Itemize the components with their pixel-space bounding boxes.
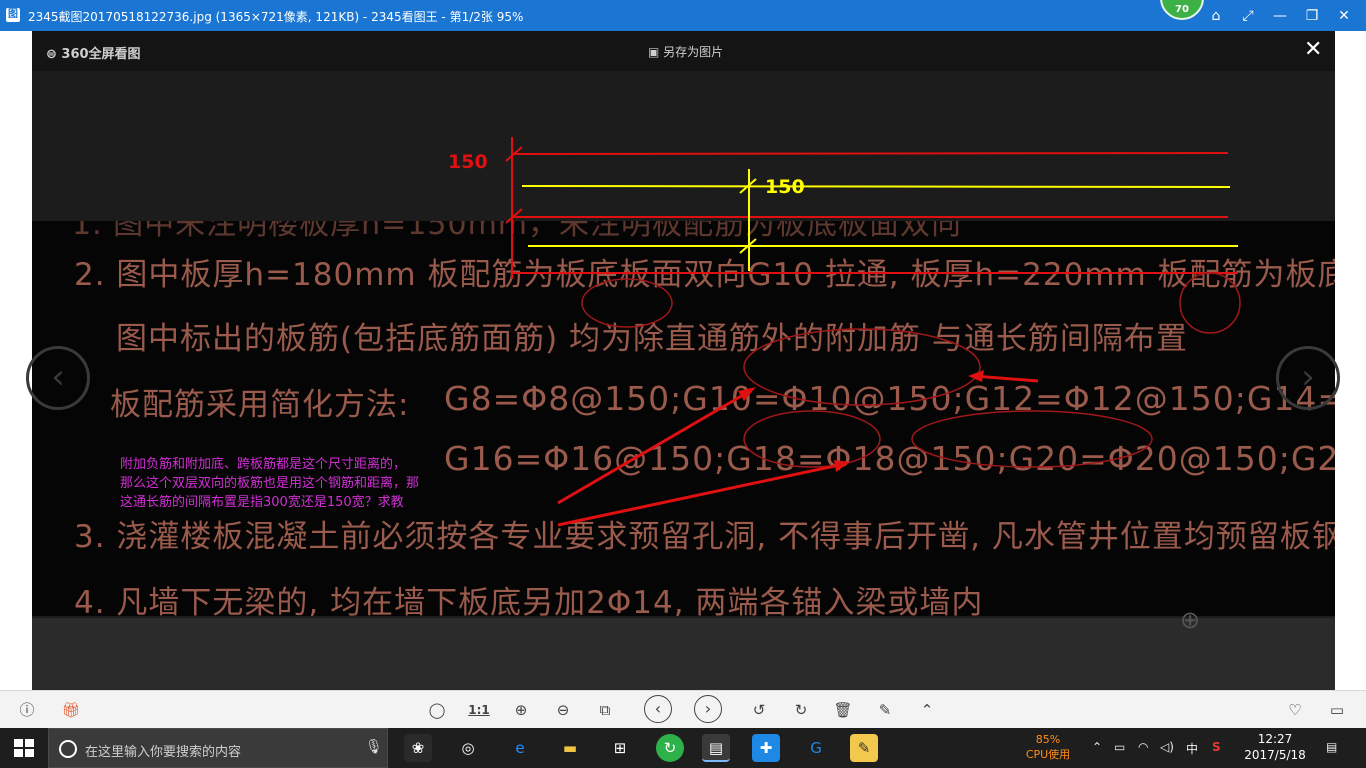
clock-date: 2017/5/18 — [1244, 748, 1306, 762]
cpu-percent: 85% — [1035, 733, 1061, 746]
edit-icon[interactable]: ✎ — [874, 699, 896, 721]
next-button[interactable]: › — [694, 695, 722, 723]
taskbar-app-explorer[interactable]: ▬ — [556, 734, 584, 762]
sogou-ime-icon[interactable]: S — [1212, 740, 1221, 754]
taskbar-app-image-viewer[interactable]: ▤ — [702, 734, 730, 762]
windows-start-icon[interactable] — [14, 739, 34, 757]
viewer-header: ⊜ 360全屏看图 ▣ 另存为图片 ✕ — [32, 31, 1335, 71]
info-icon[interactable]: ⓘ — [16, 699, 38, 721]
delete-icon[interactable]: 🗑︎ — [832, 699, 854, 721]
cpu-usage[interactable]: 85% CPU使用 — [1022, 732, 1074, 762]
taskbar-app-store[interactable]: ⊞ — [606, 734, 634, 762]
arrow-3 — [557, 462, 845, 527]
taskbar-app-g[interactable]: G — [802, 734, 830, 762]
clock-time: 12:27 — [1257, 732, 1293, 746]
taskbar-app-notes[interactable]: ✎ — [850, 734, 878, 762]
volume-icon[interactable]: ◁) — [1160, 740, 1174, 754]
annotation-overlay — [505, 137, 1241, 527]
tray-expand-icon[interactable]: ⌃ — [1092, 740, 1102, 754]
network-icon[interactable]: ◠ — [1138, 740, 1148, 754]
previous-image-button[interactable]: ‹ — [26, 346, 90, 410]
pin-top-icon[interactable]: ⌂ — [1206, 6, 1226, 26]
arrow-3-head — [834, 460, 850, 472]
window-title-bar: 图 2345截图20170518122736.jpg (1365×721像素, … — [0, 0, 1366, 31]
taskbar-app-browser-360[interactable]: ◎ — [454, 734, 482, 762]
slideshow-icon[interactable]: ⧉ — [594, 699, 616, 721]
logo-icon: ⊜ — [46, 47, 62, 62]
window-title: 2345截图20170518122736.jpg (1365×721像素, 12… — [28, 10, 524, 24]
close-fullscreen-button[interactable]: ✕ — [1304, 37, 1322, 62]
maximize-button[interactable]: ❐ — [1302, 6, 1322, 26]
gift-icon[interactable]: 🎁︎ — [60, 699, 82, 721]
red-line-top — [511, 152, 1229, 155]
arrow-2 — [557, 389, 751, 505]
mouse-icon[interactable]: ◯ — [426, 699, 448, 721]
zoom-in-button[interactable]: ⊕ — [510, 699, 532, 721]
close-window-button[interactable]: ✕ — [1334, 6, 1354, 26]
circle-g12 — [1179, 272, 1241, 334]
minimize-button[interactable]: — — [1270, 6, 1290, 26]
rotate-right-icon[interactable]: ↻ — [790, 699, 812, 721]
zoom-in-icon[interactable]: ⊕ — [1180, 606, 1200, 634]
taskbar-app-photos[interactable]: ❀ — [404, 734, 432, 762]
yellow-line-top — [521, 185, 1231, 188]
microphone-icon[interactable]: 🎙︎ — [365, 739, 383, 755]
next-image-button[interactable]: › — [1276, 346, 1340, 410]
arrow-2-head — [738, 387, 756, 401]
image-canvas[interactable]: 1. 图中未注明楼板厚h=150mm，未注明板配筋为板底板面双向 2. 图中板厚… — [32, 71, 1335, 634]
app-icon: 图 — [6, 8, 20, 22]
viewer-logo: ⊜ 360全屏看图 — [46, 47, 141, 62]
performance-badge[interactable]: 70 — [1160, 0, 1204, 20]
circle-phi12 — [911, 410, 1153, 468]
search-placeholder: 在这里输入你要搜索的内容 — [85, 745, 242, 760]
circle-g10 — [581, 278, 673, 328]
system-clock[interactable]: 12:27 2017/5/18 — [1240, 731, 1310, 763]
battery-icon[interactable]: ▭ — [1114, 740, 1125, 754]
cortana-icon — [59, 740, 77, 758]
arrow-1 — [973, 374, 1039, 383]
favorite-icon[interactable]: ♡ — [1284, 699, 1306, 721]
windows-taskbar: 在这里输入你要搜索的内容 🎙︎ ❀ ◎ e ▬ ⊞ ↻ ▤ ✚ G ✎ 85% … — [0, 728, 1366, 768]
save-as-button[interactable]: ▣ 另存为图片 — [648, 43, 723, 60]
zoom-out-button[interactable]: ⊖ — [552, 699, 574, 721]
notification-icon[interactable]: ▤ — [1326, 740, 1337, 754]
save-icon: ▣ — [648, 45, 664, 59]
ime-indicator[interactable]: 中 — [1186, 740, 1198, 757]
taskbar-app-edge[interactable]: e — [506, 734, 534, 762]
taskbar-search-box[interactable]: 在这里输入你要搜索的内容 🎙︎ — [48, 728, 388, 768]
circle-interval — [743, 328, 981, 406]
actual-size-button[interactable]: 1:1 — [466, 699, 492, 721]
cpu-label: CPU使用 — [1025, 748, 1071, 761]
folder-icon[interactable]: ▭ — [1326, 699, 1348, 721]
rotate-left-icon[interactable]: ↺ — [748, 699, 770, 721]
arrow-1-head — [968, 370, 984, 382]
taskbar-app-remote[interactable]: ✚ — [752, 734, 780, 762]
dimension-label-yellow: 150 — [765, 176, 805, 198]
previous-button[interactable]: ‹ — [644, 695, 672, 723]
more-icon[interactable]: ⌃ — [916, 699, 938, 721]
taskbar-app-360-security[interactable]: ↻ — [656, 734, 684, 762]
viewer-toolbar: ⓘ 🎁︎ ◯ 1:1 ⊕ ⊖ ⧉ ‹ › ↺ ↻ 🗑︎ ✎ ⌃ ♡ ▭ — [0, 690, 1366, 728]
dimension-label-red: 150 — [448, 151, 488, 173]
fullscreen-icon[interactable]: ⤢ — [1238, 6, 1258, 26]
image-viewer: ⊜ 360全屏看图 ▣ 另存为图片 ✕ 1. 图中未注明楼板厚h=150mm，未… — [0, 31, 1366, 690]
circle-phi10 — [743, 410, 881, 468]
